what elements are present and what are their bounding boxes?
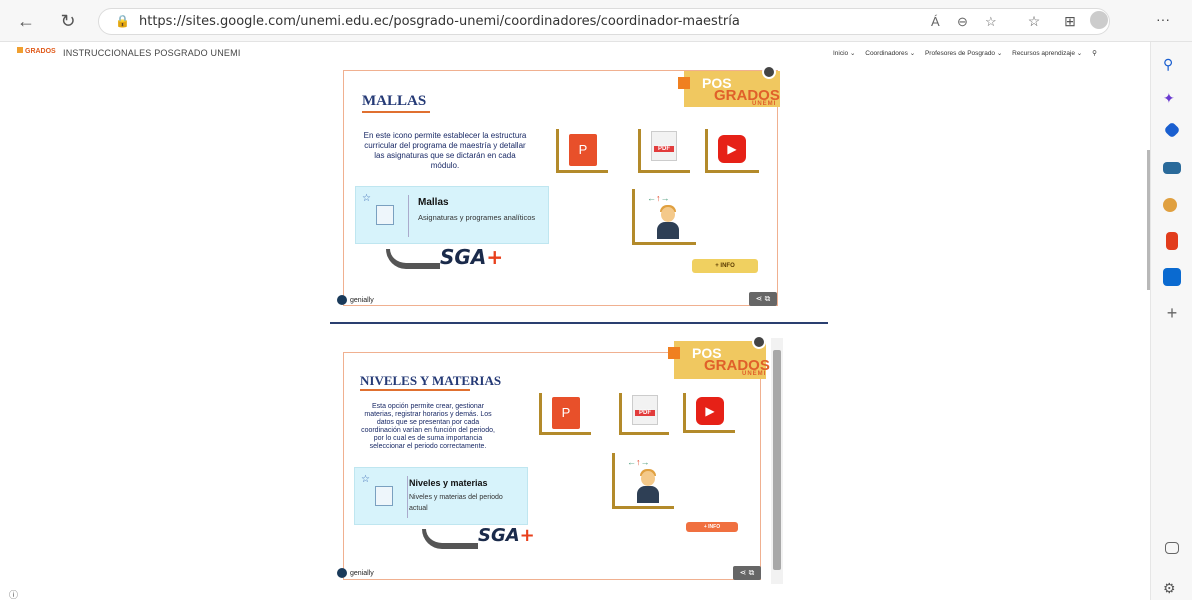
- document-icon-2: [375, 486, 393, 506]
- nav-profesores[interactable]: Profesores de Posgrado ⌄: [925, 50, 1002, 57]
- outlook-icon[interactable]: [1163, 268, 1181, 286]
- ppt-frame: P: [556, 129, 608, 173]
- section-divider: [330, 322, 828, 324]
- nav-recursos[interactable]: Recursos aprendizaje ⌄: [1012, 50, 1082, 57]
- collections-icon[interactable]: ⊞: [1058, 9, 1082, 33]
- youtube-frame: ▶: [705, 129, 759, 173]
- copilot-icon[interactable]: ✦: [1163, 90, 1181, 108]
- embed-scrollbar[interactable]: [771, 338, 783, 584]
- refresh-icon[interactable]: ↻: [56, 9, 80, 33]
- genially-logo-2[interactable]: genially: [337, 568, 374, 578]
- person-frame-2: ←↑→: [612, 453, 674, 509]
- favorite-icon[interactable]: ☆: [985, 14, 997, 30]
- pdf-frame: PDF: [638, 129, 690, 173]
- info-button[interactable]: + INFO: [692, 259, 758, 273]
- posgrados-badge-2: POS GRADOS UNEMI: [668, 335, 770, 379]
- youtube-icon[interactable]: ▶: [718, 135, 746, 163]
- zoom-icon[interactable]: ⊖: [957, 14, 968, 30]
- arrows-icon: ←↑→: [647, 193, 670, 203]
- office-icon[interactable]: [1166, 232, 1178, 250]
- favorites-list-icon[interactable]: ☆: [1022, 9, 1046, 33]
- shopping-icon[interactable]: [1163, 121, 1181, 139]
- browser-sidebar: ⚲ ✦ + ⚙: [1150, 42, 1192, 600]
- panel-description: En este icono permite establecer la estr…: [363, 131, 527, 170]
- pdf-icon-2[interactable]: PDF: [632, 395, 658, 425]
- pdf-frame-2: PDF: [619, 393, 669, 435]
- badge-action-icon-2[interactable]: [752, 335, 766, 349]
- browser-toolbar: ← ↻ 🔒 https://sites.google.com/unemi.edu…: [0, 0, 1192, 42]
- card-title-2: Niveles y materias: [409, 478, 488, 488]
- person-frame: ←↑→: [632, 189, 696, 245]
- games-icon[interactable]: [1163, 198, 1177, 212]
- share-button-2[interactable]: ⋖ ⧉: [733, 566, 761, 580]
- info-button-2[interactable]: + INFO: [686, 522, 738, 532]
- document-icon: [376, 205, 394, 225]
- panel-description-2: Esta opción permite crear, gestionar mat…: [361, 403, 495, 450]
- search-icon[interactable]: ⚲: [1163, 56, 1181, 74]
- youtube-frame-2: ▶: [683, 393, 735, 433]
- site-header: GRADOS INSTRUCCIONALES POSGRADO UNEMI In…: [0, 42, 1150, 64]
- profile-avatar[interactable]: [1090, 11, 1108, 29]
- share-button[interactable]: ⋖ ⧉: [749, 292, 777, 306]
- address-bar[interactable]: 🔒 https://sites.google.com/unemi.edu.ec/…: [98, 8, 1110, 35]
- curved-arrow-icon-2: [422, 529, 478, 549]
- star-icon-2[interactable]: ☆: [361, 474, 370, 485]
- person-icon-2[interactable]: [635, 469, 661, 505]
- add-icon[interactable]: +: [1163, 304, 1181, 322]
- sidebar-toggle-icon[interactable]: [1165, 542, 1179, 554]
- panel-title: MALLAS: [362, 93, 427, 109]
- site-nav: Inicio ⌄ Coordinadores ⌄ Profesores de P…: [833, 49, 1105, 57]
- ppt-icon-2[interactable]: P: [552, 397, 580, 429]
- niveles-card[interactable]: ☆ Niveles y materias Niveles y materias …: [354, 467, 528, 525]
- tools-icon[interactable]: [1163, 162, 1181, 174]
- card-subtitle-2: Niveles y materias del periodo actual: [409, 494, 503, 512]
- nav-inicio[interactable]: Inicio ⌄: [833, 50, 855, 57]
- person-icon[interactable]: [655, 205, 681, 241]
- ppt-icon[interactable]: P: [569, 134, 597, 166]
- site-title[interactable]: INSTRUCCIONALES POSGRADO UNEMI: [63, 48, 241, 58]
- curved-arrow-icon: [386, 249, 440, 269]
- arrows-icon-2: ←↑→: [627, 457, 650, 467]
- mallas-card[interactable]: ☆ Mallas Asignaturas y programes analíti…: [355, 186, 549, 244]
- lock-icon: 🔒: [115, 14, 130, 28]
- star-icon[interactable]: ☆: [362, 193, 371, 204]
- info-icon[interactable]: ⓘ: [9, 588, 18, 601]
- card-subtitle: Asignaturas y programes analíticos: [418, 213, 536, 222]
- title-underline: [362, 111, 430, 113]
- scrollbar-thumb[interactable]: [773, 350, 781, 570]
- nav-coordinadores[interactable]: Coordinadores ⌄: [865, 50, 915, 57]
- panel-title-2: NIVELES Y MATERIAS: [360, 373, 502, 388]
- niveles-panel: POS GRADOS UNEMI NIVELES Y MATERIAS Esta…: [343, 335, 770, 580]
- nav-search-icon[interactable]: ⚲: [1092, 50, 1097, 57]
- posgrados-badge: POS GRADOS UNEMI: [678, 65, 780, 107]
- settings-icon[interactable]: ⚙: [1163, 580, 1181, 598]
- back-icon[interactable]: ←: [14, 9, 38, 33]
- page-scrollbar[interactable]: [1147, 150, 1150, 290]
- sga-logo: SGA+: [440, 245, 504, 269]
- site-logo[interactable]: GRADOS: [17, 47, 56, 55]
- pdf-icon[interactable]: PDF: [651, 131, 677, 161]
- genially-logo[interactable]: genially: [337, 295, 374, 305]
- card-title: Mallas: [418, 197, 449, 208]
- badge-action-icon[interactable]: [762, 65, 776, 79]
- mallas-panel: POS GRADOS UNEMI MALLAS En este icono pe…: [343, 65, 780, 306]
- title-underline-2: [360, 389, 470, 391]
- sga-logo-2: SGA+: [478, 525, 535, 546]
- youtube-icon-2[interactable]: ▶: [696, 397, 724, 425]
- more-icon[interactable]: ···: [1156, 11, 1170, 27]
- read-aloud-icon[interactable]: Á: [931, 14, 940, 29]
- ppt-frame-2: P: [539, 393, 591, 435]
- url-text[interactable]: https://sites.google.com/unemi.edu.ec/po…: [139, 14, 740, 29]
